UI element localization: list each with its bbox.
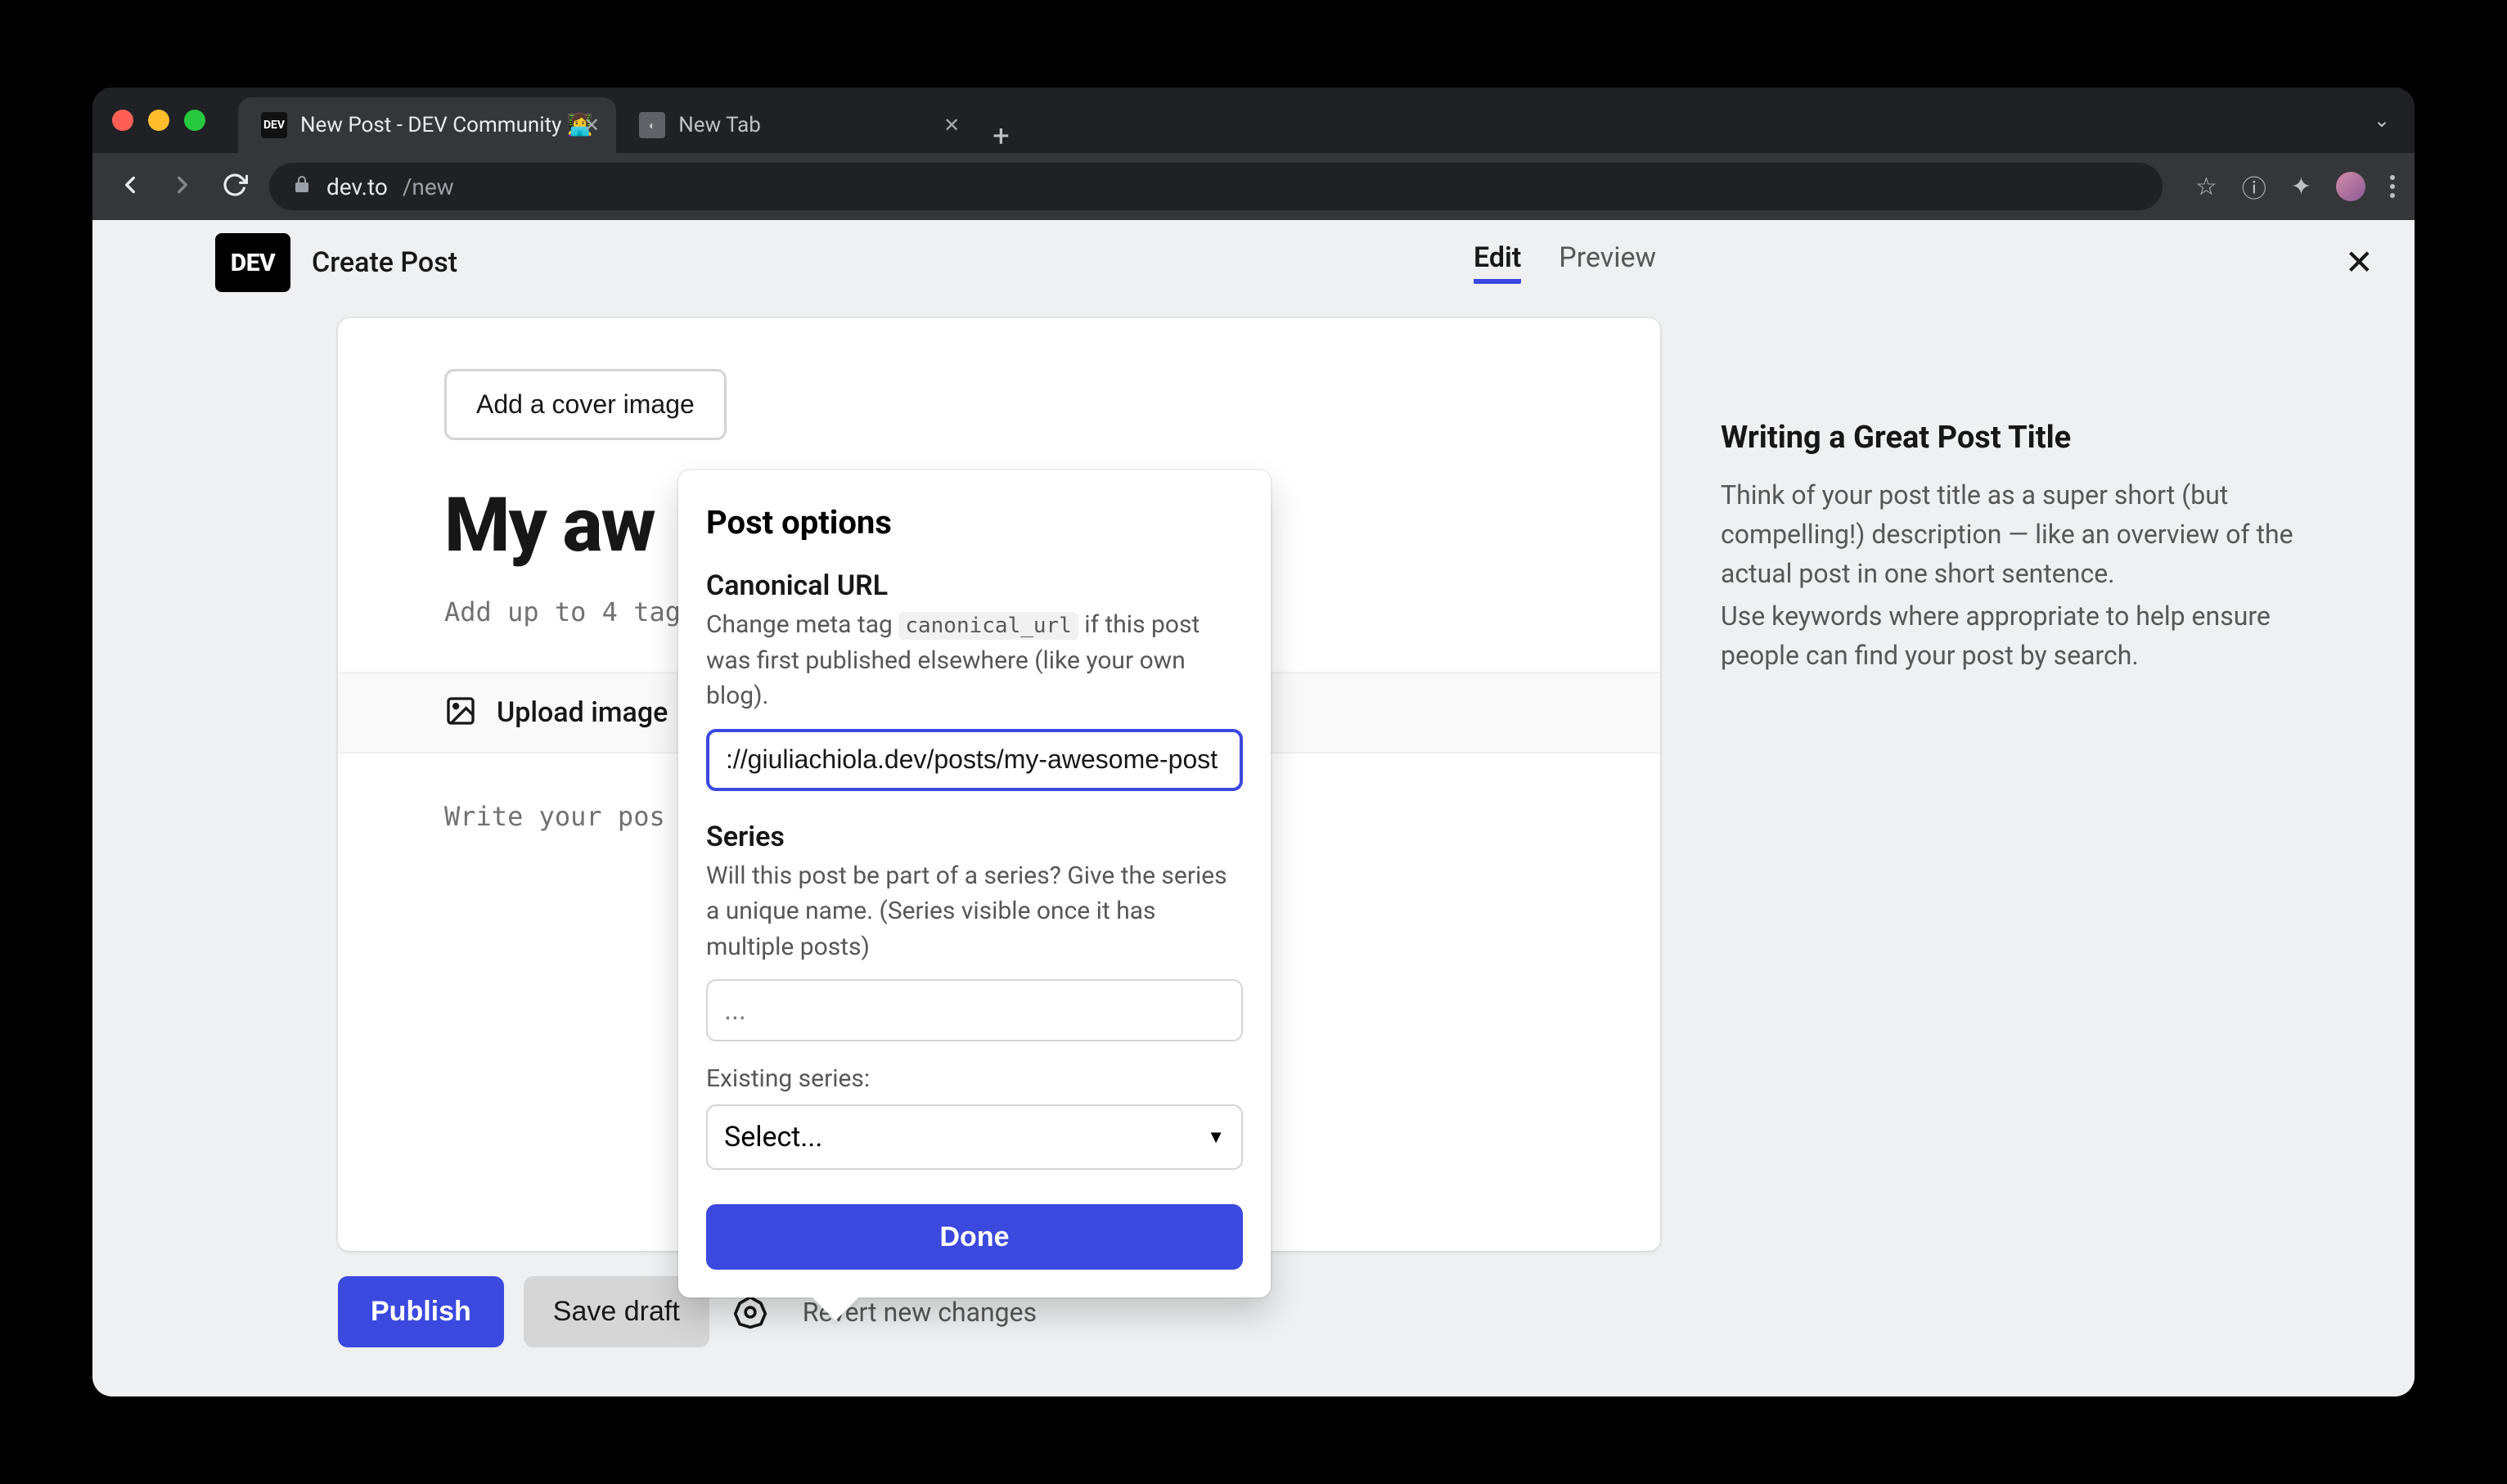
help-panel: Writing a Great Post Title Think of your… — [1721, 420, 2293, 678]
post-options-popover: Post options Canonical URL Change meta t… — [678, 470, 1271, 1297]
tab-strip: DEV New Post - DEV Community 👩‍💻 ✕ ◐ New… — [238, 88, 1010, 153]
address-bar[interactable]: dev.to/new — [269, 163, 2163, 210]
tab-edit[interactable]: Edit — [1474, 241, 1521, 284]
tab-title: New Tab — [678, 113, 761, 137]
existing-series-label: Existing series: — [706, 1064, 1243, 1093]
tab-preview[interactable]: Preview — [1559, 241, 1656, 284]
publish-button[interactable]: Publish — [338, 1276, 504, 1347]
browser-tab-inactive[interactable]: ◐ New Tab ✕ — [616, 97, 976, 153]
page-header: DEV Create Post Edit Preview ✕ — [92, 220, 2415, 305]
close-tab-icon[interactable]: ✕ — [583, 114, 600, 137]
canonical-url-input[interactable] — [706, 729, 1243, 791]
window-controls — [112, 110, 205, 131]
done-button[interactable]: Done — [706, 1204, 1243, 1270]
menu-button[interactable] — [2390, 175, 2395, 198]
help-text: Use keywords where appropriate to help e… — [1721, 596, 2293, 675]
url-bar: dev.to/new ☆ ⓘ ✦ — [92, 153, 2415, 220]
extensions-icon[interactable]: ✦ — [2291, 173, 2311, 201]
tab-favicon: ◐ — [639, 112, 665, 138]
help-text: Think of your post title as a super shor… — [1721, 475, 2293, 593]
reload-button[interactable] — [217, 172, 253, 201]
series-label: Series — [706, 821, 1243, 853]
back-button[interactable] — [112, 171, 148, 202]
post-body-input[interactable]: Write your pos — [444, 801, 665, 832]
image-icon — [444, 695, 477, 731]
info-icon[interactable]: ⓘ — [2242, 169, 2266, 205]
close-tab-icon[interactable]: ✕ — [943, 114, 960, 137]
canonical-url-label: Canonical URL — [706, 569, 1243, 602]
canonical-url-help: Change meta tag canonical_url if this po… — [706, 607, 1243, 714]
upload-image-button[interactable]: Upload image — [497, 696, 668, 729]
code-text: canonical_url — [898, 612, 1078, 640]
page-content: Add a cover image My aw Add up to 4 tags… — [92, 305, 2415, 1396]
page-viewport: DEV Create Post Edit Preview ✕ Add a cov… — [92, 220, 2415, 1396]
help-heading: Writing a Great Post Title — [1721, 420, 2293, 456]
tags-input[interactable]: Add up to 4 tags — [444, 596, 696, 627]
page-title: Create Post — [312, 246, 457, 279]
dev-logo[interactable]: DEV — [215, 233, 290, 292]
add-cover-image-button[interactable]: Add a cover image — [444, 369, 727, 440]
new-tab-button[interactable]: + — [992, 119, 1009, 153]
titlebar: DEV New Post - DEV Community 👩‍💻 ✕ ◐ New… — [92, 88, 2415, 153]
minimize-window-button[interactable] — [148, 110, 169, 131]
post-title-input[interactable]: My aw — [444, 482, 655, 569]
maximize-window-button[interactable] — [184, 110, 205, 131]
url-host: dev.to — [326, 173, 388, 200]
browser-tab-active[interactable]: DEV New Post - DEV Community 👩‍💻 ✕ — [238, 97, 616, 153]
tab-title: New Post - DEV Community 👩‍💻 — [300, 113, 593, 137]
star-icon[interactable]: ☆ — [2195, 173, 2217, 201]
select-value: Select... — [724, 1121, 822, 1153]
help-text: Change meta tag — [706, 610, 898, 639]
existing-series-select[interactable]: Select... ▼ — [706, 1104, 1243, 1170]
close-window-button[interactable] — [112, 110, 133, 131]
editor-tabs: Edit Preview — [1474, 241, 1656, 284]
profile-avatar[interactable] — [2336, 172, 2365, 201]
url-path: /new — [403, 173, 454, 200]
tab-favicon: DEV — [261, 112, 287, 138]
popover-title: Post options — [706, 503, 1243, 542]
toolbar-right: ☆ ⓘ ✦ — [2195, 169, 2395, 205]
close-editor-button[interactable]: ✕ — [2345, 242, 2374, 283]
series-help: Will this post be part of a series? Give… — [706, 858, 1243, 965]
series-name-input[interactable] — [706, 979, 1243, 1041]
tab-overflow-icon[interactable]: ⌄ — [2374, 109, 2390, 132]
forward-button[interactable] — [164, 171, 200, 202]
chevron-down-icon: ▼ — [1207, 1126, 1225, 1148]
browser-window: DEV New Post - DEV Community 👩‍💻 ✕ ◐ New… — [92, 88, 2415, 1396]
lock-icon — [292, 174, 312, 199]
